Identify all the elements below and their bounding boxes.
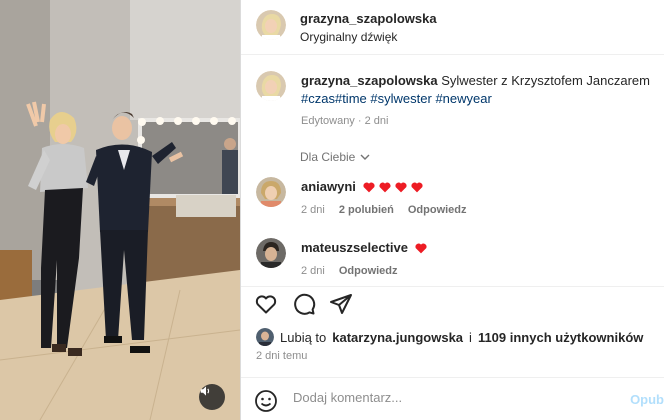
comment-hearts: [362, 180, 424, 193]
commenter-avatar[interactable]: [256, 177, 286, 207]
comment-time: 2 dni: [301, 265, 325, 277]
reply-button[interactable]: Odpowiedz: [408, 204, 467, 216]
chevron-down-icon: [360, 154, 370, 160]
actions-divider: [241, 286, 664, 287]
liker-username[interactable]: katarzyna.jungowska: [332, 330, 463, 345]
likes-connector: i: [469, 329, 472, 345]
likes-prefix: Lubią to: [280, 329, 327, 345]
post-video[interactable]: [0, 0, 240, 420]
comment-sort-dropdown[interactable]: Dla Ciebie: [300, 150, 371, 164]
commenter-avatar[interactable]: [256, 238, 286, 268]
reply-button[interactable]: Odpowiedz: [339, 265, 398, 277]
heart-emoji-icon: [415, 243, 427, 254]
author-username[interactable]: grazyna_szapolowska: [300, 11, 437, 26]
post-header: grazyna_szapolowska Oryginalny dźwięk: [241, 0, 664, 55]
caption-username[interactable]: grazyna_szapolowska: [301, 73, 438, 88]
heart-emoji-icon: [411, 182, 423, 193]
sound-toggle-button[interactable]: [199, 384, 225, 410]
video-frame: [0, 0, 240, 420]
caption-text: grazyna_szapolowska Sylwester z Krzyszto…: [301, 72, 651, 108]
comment-row: mateuszselective: [301, 240, 428, 255]
speaker-icon: [200, 386, 210, 396]
hashtag-link[interactable]: #sylwester: [370, 91, 431, 106]
comment-input[interactable]: Dodaj komentarz...: [293, 390, 613, 405]
likes-summary: Lubią to katarzyna.jungowska i 1109 inny…: [256, 328, 643, 346]
comment-username[interactable]: aniawyni: [301, 179, 356, 194]
hashtag-link[interactable]: #newyear: [435, 91, 491, 106]
post-date[interactable]: 2 dni temu: [256, 350, 307, 362]
post-panel: grazyna_szapolowska Oryginalny dźwięk gr…: [241, 0, 664, 420]
hashtag-link[interactable]: #czas: [301, 91, 335, 106]
liker-avatar[interactable]: [256, 328, 274, 346]
caption-avatar[interactable]: [256, 71, 286, 101]
heart-emoji-icon: [395, 182, 407, 193]
sort-label: Dla Ciebie: [300, 150, 356, 164]
author-avatar[interactable]: [256, 10, 286, 40]
hashtag-link[interactable]: #time: [335, 91, 367, 106]
comment-row: aniawyni: [301, 179, 424, 194]
heart-emoji-icon: [379, 182, 391, 193]
comment-meta: 2 dni 2 polubień Odpowiedz: [301, 204, 467, 216]
comment-form: Dodaj komentarz... Opub: [241, 377, 664, 420]
comment-likes-link[interactable]: 2 polubień: [339, 204, 394, 216]
caption-meta: Edytowany · 2 dni: [301, 115, 389, 127]
post-comment-button[interactable]: Opub: [630, 392, 664, 407]
comment-icon[interactable]: [292, 292, 316, 316]
heart-icon[interactable]: [254, 292, 278, 316]
heart-emoji-icon: [363, 182, 375, 193]
audio-label[interactable]: Oryginalny dźwięk: [300, 30, 397, 44]
comment-meta: 2 dni Odpowiedz: [301, 265, 398, 277]
comment-username[interactable]: mateuszselective: [301, 240, 408, 255]
emoji-icon[interactable]: [254, 389, 278, 413]
caption-body: Sylwester z Krzysztofem Janczarem: [441, 73, 650, 88]
share-icon[interactable]: [329, 292, 353, 316]
comment-time: 2 dni: [301, 204, 325, 216]
comments-section: grazyna_szapolowska Sylwester z Krzyszto…: [241, 56, 664, 286]
likes-others-link[interactable]: 1109 innych użytkowników: [478, 330, 643, 345]
